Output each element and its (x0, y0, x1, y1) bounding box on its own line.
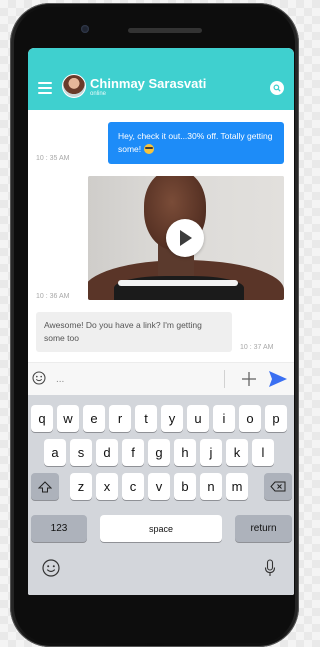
key-e[interactable]: e (83, 405, 105, 432)
key-u[interactable]: u (187, 405, 209, 432)
play-icon[interactable] (166, 219, 204, 257)
key-p[interactable]: p (265, 405, 287, 432)
message-input[interactable] (56, 369, 216, 389)
menu-icon[interactable] (38, 82, 52, 94)
key-m[interactable]: m (226, 473, 248, 500)
message-time: 10 : 36 AM (36, 293, 70, 300)
return-key[interactable]: return (235, 515, 292, 542)
numbers-key[interactable]: 123 (31, 515, 87, 542)
key-f[interactable]: f (122, 439, 144, 466)
front-camera (81, 25, 89, 33)
shift-key[interactable] (31, 473, 59, 500)
contact-status: online (90, 91, 107, 97)
plus-icon[interactable] (240, 370, 258, 388)
key-j[interactable]: j (200, 439, 222, 466)
incoming-message-bubble[interactable]: Awesome! Do you have a link? I'm getting… (36, 312, 232, 352)
backspace-key[interactable] (264, 473, 292, 500)
shift-icon (38, 480, 52, 492)
outgoing-message-bubble[interactable]: Hey, check it out...30% off. Totally get… (108, 122, 284, 164)
message-composer (28, 362, 294, 395)
key-c[interactable]: c (122, 473, 144, 500)
key-a[interactable]: a (44, 439, 66, 466)
key-s[interactable]: s (70, 439, 92, 466)
chat-header: Chinmay Sarasvati online (28, 48, 294, 110)
message-text: Awesome! Do you have a link? I'm getting… (44, 320, 202, 343)
key-i[interactable]: i (213, 405, 235, 432)
chat-screen: Chinmay Sarasvati online 10 : 35 AM Hey,… (28, 48, 294, 595)
message-time: 10 : 35 AM (36, 155, 70, 162)
composer-divider (224, 370, 225, 388)
key-q[interactable]: q (31, 405, 53, 432)
key-t[interactable]: t (135, 405, 157, 432)
search-icon[interactable] (270, 81, 284, 95)
microphone-icon[interactable] (264, 559, 276, 577)
key-n[interactable]: n (200, 473, 222, 500)
earpiece-speaker (128, 28, 202, 33)
key-b[interactable]: b (174, 473, 196, 500)
key-z[interactable]: z (70, 473, 92, 500)
key-y[interactable]: y (161, 405, 183, 432)
key-w[interactable]: w (57, 405, 79, 432)
key-o[interactable]: o (239, 405, 261, 432)
backspace-icon (270, 481, 286, 492)
key-h[interactable]: h (174, 439, 196, 466)
key-r[interactable]: r (109, 405, 131, 432)
contact-name: Chinmay Sarasvati (90, 76, 207, 91)
avatar[interactable] (62, 74, 86, 98)
key-x[interactable]: x (96, 473, 118, 500)
message-time: 10 : 37 AM (240, 344, 274, 351)
emoji-icon[interactable] (32, 371, 46, 385)
key-g[interactable]: g (148, 439, 170, 466)
message-text: Hey, check it out...30% off. Totally get… (118, 131, 273, 154)
on-screen-keyboard: q w e r t y u i o p a s d f g h j k l z … (28, 395, 294, 595)
key-l[interactable]: l (252, 439, 274, 466)
send-icon[interactable] (268, 370, 288, 388)
key-d[interactable]: d (96, 439, 118, 466)
space-key[interactable]: space (100, 515, 222, 542)
video-person-top-stripe (118, 280, 238, 286)
key-k[interactable]: k (226, 439, 248, 466)
sunglasses-emoji-icon (144, 144, 155, 154)
key-v[interactable]: v (148, 473, 170, 500)
emoji-icon[interactable] (42, 559, 60, 577)
